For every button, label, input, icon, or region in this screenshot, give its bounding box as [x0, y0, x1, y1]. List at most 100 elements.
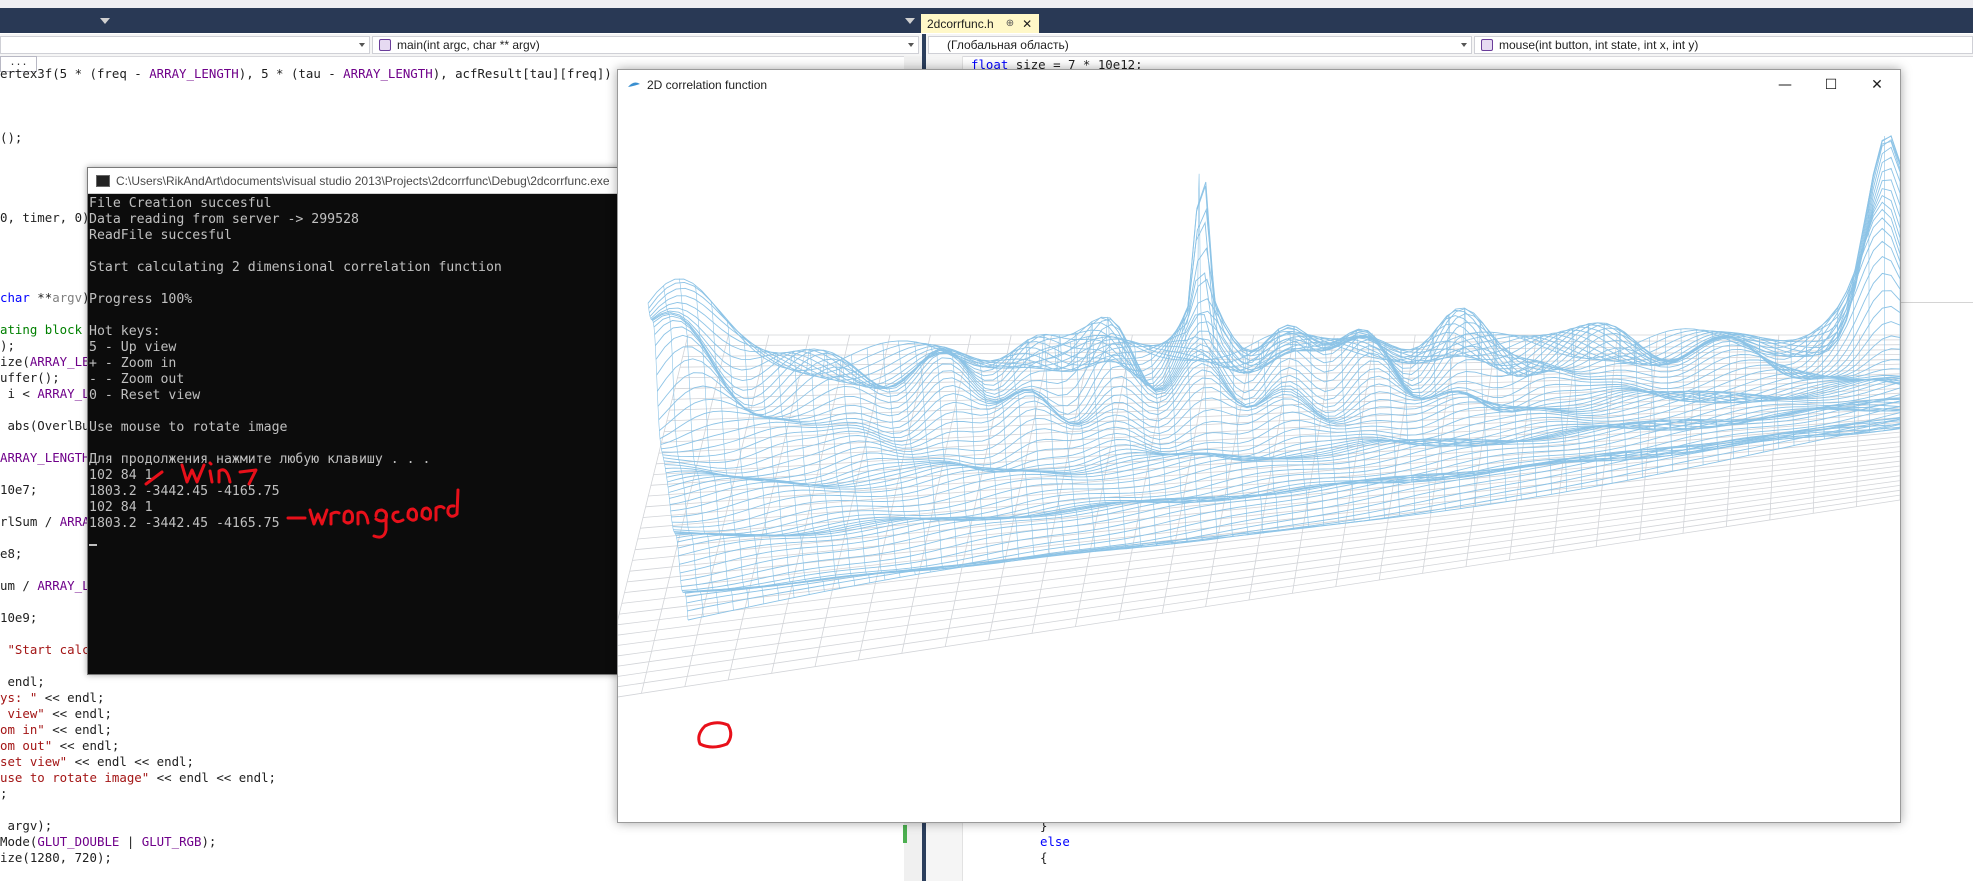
code-line: endl;: [0, 674, 45, 690]
code-line: 10e7;: [0, 482, 37, 498]
code-token: );: [0, 338, 15, 353]
console-line: Use mouse to rotate image: [89, 420, 288, 435]
code-token: ertex3f(5 * (freq -: [0, 66, 150, 81]
console-window[interactable]: C:\Users\RikAndArt\documents\visual stud…: [87, 167, 619, 675]
code-token: << endl << endl;: [67, 754, 194, 769]
function-combo-label: main(int argc, char ** argv): [397, 38, 540, 52]
code-line: 0, timer, 0);: [0, 210, 97, 226]
function-combo[interactable]: main(int argc, char ** argv): [372, 36, 919, 54]
console-output[interactable]: File Creation succesful Data reading from…: [89, 194, 618, 674]
ground-grid-line: [618, 475, 1900, 646]
code-token: << endl << endl;: [149, 770, 277, 785]
code-token: char: [0, 290, 30, 305]
maximize-button[interactable]: ☐: [1808, 70, 1854, 100]
code-token: set view": [0, 754, 68, 769]
close-tab-icon[interactable]: ✕: [1022, 17, 1032, 31]
surface-line: [788, 350, 825, 592]
code-token: << endl;: [37, 690, 105, 705]
code-token: ize(: [0, 354, 30, 369]
code-token: ), 5 * (tau -: [238, 66, 344, 81]
code-line: e8;: [0, 546, 22, 562]
code-token: e8;: [0, 546, 23, 561]
pin-icon[interactable]: ⊕: [1006, 18, 1014, 29]
code-line: uffer();: [0, 370, 60, 386]
code-line: 10e9;: [0, 610, 37, 626]
code-token: ();: [0, 130, 23, 145]
code-token: ize(1280, 720);: [0, 850, 112, 865]
member-combo-label: mouse(int button, int state, int x, int …: [1499, 38, 1699, 52]
code-line: ARRAY_LENGTH: [0, 450, 90, 466]
console-title-bar[interactable]: C:\Users\RikAndArt\documents\visual stud…: [88, 168, 618, 194]
code-line: use to rotate image" << endl << endl;: [0, 770, 276, 786]
code-token: i <: [0, 386, 38, 401]
code-line: ;: [0, 786, 7, 802]
correlation-surface-canvas[interactable]: [618, 100, 1900, 822]
code-line: om out" << endl;: [0, 738, 119, 754]
change-marker: [903, 825, 907, 843]
code-token: argv: [52, 290, 83, 305]
code-token: om out": [0, 738, 53, 753]
console-app-icon: [96, 175, 110, 187]
code-line: {: [1040, 850, 1048, 865]
surface-line: [1336, 337, 1355, 523]
code-token: |: [119, 834, 142, 849]
editor-separator-line: [1890, 302, 1973, 303]
chevron-down-icon: [1461, 43, 1467, 47]
plot-window-title-bar[interactable]: 2D correlation function — ☐ ✕: [618, 70, 1900, 100]
code-token: endl;: [0, 674, 45, 689]
close-button[interactable]: ✕: [1854, 70, 1900, 100]
correlation-plot-window[interactable]: 2D correlation function — ☐ ✕: [617, 69, 1901, 823]
console-line: Для продолжения нажмите любую клавишу . …: [89, 452, 431, 467]
code-line: ys: " << endl;: [0, 690, 104, 706]
surface-line: [650, 146, 1900, 384]
code-token: ), acfResult[tau][freq]);: [432, 66, 610, 81]
project-combo[interactable]: [0, 36, 370, 54]
code-token: << endl;: [44, 706, 112, 721]
editor-tab-2dcorrfunc[interactable]: 2dcorrfunc.h ⊕ ✕: [921, 14, 1039, 33]
glut-app-icon: [628, 82, 640, 87]
code-line: ();: [0, 130, 22, 146]
console-line: ReadFile succesful: [89, 228, 232, 243]
console-line: 0 - Reset view: [89, 388, 201, 403]
ground-grid-line: [618, 485, 1900, 667]
console-line: File Creation succesful: [89, 196, 272, 211]
console-line: 1803.2 -3442.45 -4165.75: [89, 484, 280, 499]
member-combo[interactable]: mouse(int button, int state, int x, int …: [1474, 36, 1973, 54]
method-icon: [1481, 39, 1493, 51]
tab-dropdown-icon[interactable]: [905, 18, 915, 24]
code-token: ARRAY_LENGTH: [149, 66, 239, 81]
code-token: abs(OverlBuf: [0, 418, 97, 433]
code-token: uffer();: [0, 370, 60, 385]
code-line: ize(ARRAY_LEN: [0, 354, 97, 370]
code-token: use to rotate image": [0, 770, 150, 785]
minimize-button[interactable]: —: [1762, 70, 1808, 100]
scope-combo[interactable]: (Глобальная область): [928, 36, 1472, 54]
tab-overflow-marker[interactable]: [100, 18, 110, 24]
code-line: view" << endl;: [0, 706, 112, 722]
console-line: 5 - Up view: [89, 340, 177, 355]
console-line: Hot keys:: [89, 324, 161, 339]
code-line: rlSum / ARRAY: [0, 514, 97, 530]
code-token: rlSum /: [0, 514, 60, 529]
text-cursor: [89, 544, 97, 546]
code-line: );: [0, 338, 15, 354]
console-line: 102 84 1: [89, 468, 153, 483]
console-line: Data reading from server -> 299528: [89, 212, 359, 227]
code-token: << endl;: [52, 738, 120, 753]
console-cursor-line: [89, 532, 618, 548]
code-line: ating block: [0, 322, 82, 338]
chevron-down-icon: [908, 43, 914, 47]
chevron-down-icon: [359, 43, 365, 47]
code-line: abs(OverlBuf: [0, 418, 97, 434]
code-token: view": [0, 706, 45, 721]
code-line: argv);: [0, 818, 52, 834]
code-line: set view" << endl << endl;: [0, 754, 194, 770]
code-token: );: [201, 834, 217, 849]
console-line: Start calculating 2 dimensional correlat…: [89, 260, 502, 275]
console-line: Progress 100%: [89, 292, 193, 307]
